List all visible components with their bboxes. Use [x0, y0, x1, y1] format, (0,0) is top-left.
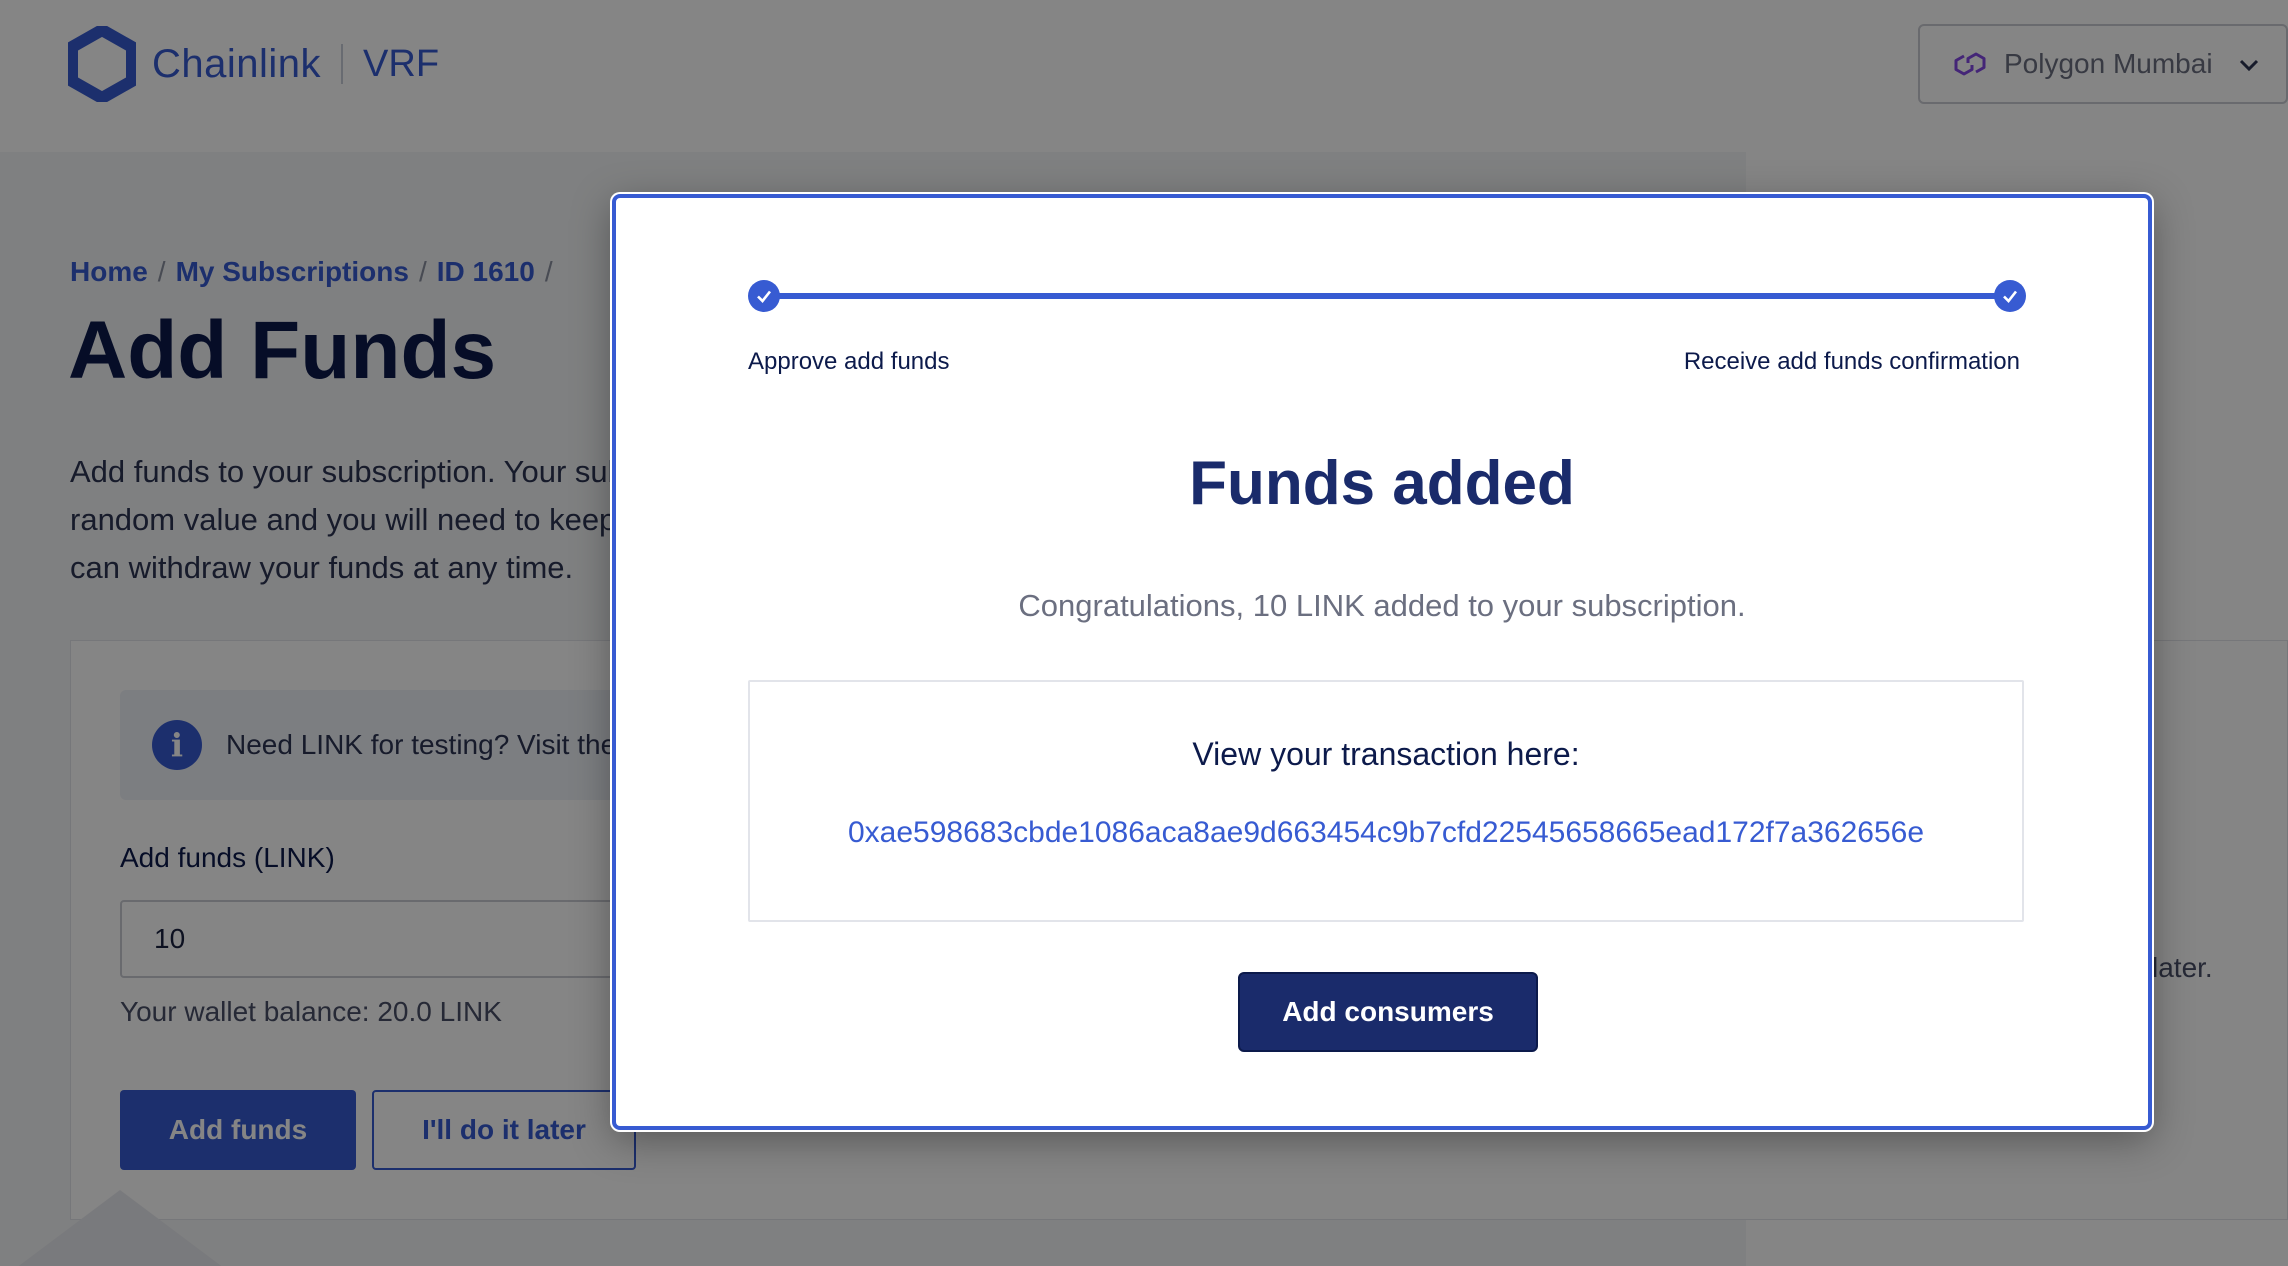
step-2-complete-indicator	[1994, 280, 2026, 312]
transaction-box: View your transaction here: 0xae598683cb…	[748, 680, 2024, 922]
step-1-label: Approve add funds	[748, 348, 950, 375]
transaction-label: View your transaction here:	[1192, 736, 1580, 772]
modal-title: Funds added	[1189, 449, 1575, 518]
stepper-progress-line	[764, 293, 2012, 299]
funds-added-modal: Approve add funds Receive add funds conf…	[612, 194, 2152, 1130]
step-1-complete-indicator	[748, 280, 780, 312]
add-consumers-button[interactable]: Add consumers	[1238, 972, 1538, 1052]
step-2-label: Receive add funds confirmation	[1683, 348, 2020, 375]
transaction-hash-link[interactable]: 0xae598683cbde1086aca8ae9d663454c9b7cfd2…	[750, 816, 2022, 850]
modal-subtitle: Congratulations, 10 LINK added to your s…	[1018, 588, 1746, 623]
checkmark-icon	[2003, 290, 2018, 303]
checkmark-icon	[757, 290, 772, 303]
progress-stepper	[748, 278, 2026, 318]
